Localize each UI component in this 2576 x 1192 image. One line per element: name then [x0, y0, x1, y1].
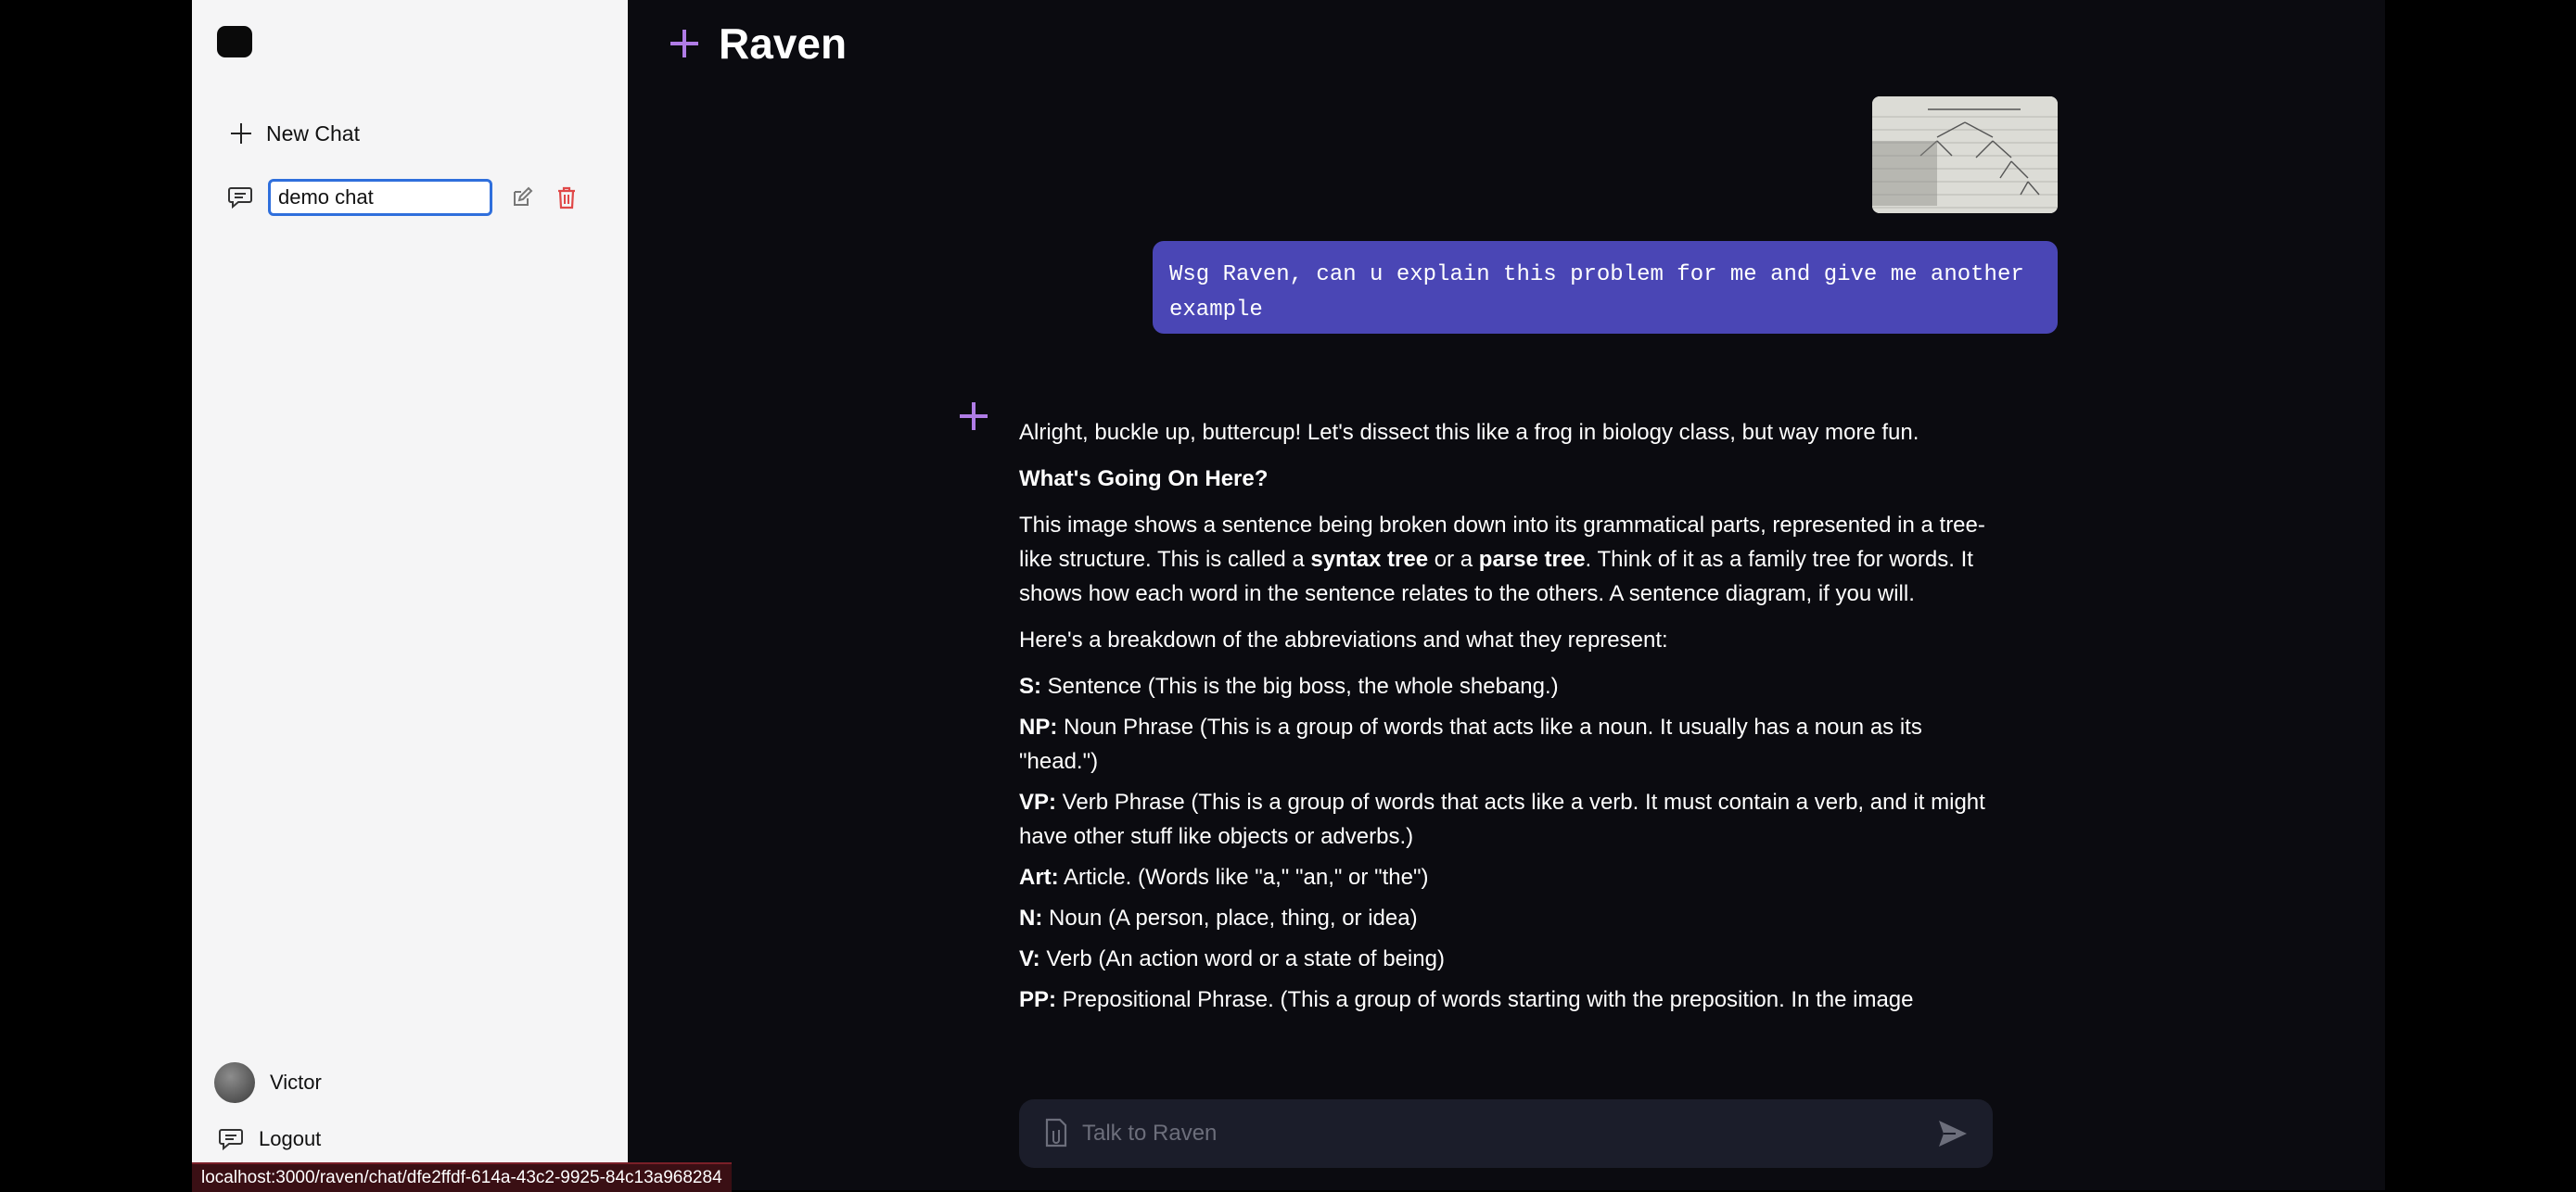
assistant-message: Alright, buckle up, buttercup! Let's dis… [1019, 415, 2002, 1023]
definition-item: V: Verb (An action word or a state of be… [1019, 946, 1445, 971]
logout-button[interactable]: Logout [218, 1127, 321, 1151]
definition-item: NP: Noun Phrase (This is a group of word… [1019, 715, 1922, 774]
user-message-text: Wsg Raven, can u explain this problem fo… [1169, 262, 2024, 323]
assistant-paragraph: This image shows a sentence being broken… [1019, 513, 1985, 606]
definition-item: PP: Prepositional Phrase. (This a group … [1019, 987, 1914, 1012]
app-window: New Chat Victor [192, 0, 2385, 1190]
assistant-paragraph: Here's a breakdown of the abbreviations … [1019, 628, 1668, 653]
status-url: localhost:3000/raven/chat/dfe2ffdf-614a-… [201, 1168, 722, 1187]
page-title: Raven [719, 19, 848, 68]
edit-icon[interactable] [511, 186, 533, 209]
message-input[interactable] [1080, 1105, 1937, 1162]
avatar [214, 1062, 255, 1103]
attached-image-thumbnail[interactable] [1872, 96, 2058, 213]
definition-item: VP: Verb Phrase (This is a group of word… [1019, 790, 1985, 849]
app-logo[interactable] [217, 26, 252, 57]
sidebar: New Chat Victor [192, 0, 628, 1190]
new-chat-button[interactable]: New Chat [231, 117, 360, 150]
logout-icon [219, 1129, 243, 1151]
definition-item: N: Noun (A person, place, thing, or idea… [1019, 906, 1418, 931]
trash-icon[interactable] [555, 185, 578, 209]
message-composer [1019, 1099, 1993, 1168]
browser-status-bar: localhost:3000/raven/chat/dfe2ffdf-614a-… [192, 1162, 732, 1192]
user-message-bubble: Wsg Raven, can u explain this problem fo… [1153, 241, 2058, 334]
assistant-heading: What's Going On Here? [1019, 466, 1269, 491]
user-profile[interactable]: Victor [214, 1062, 322, 1103]
plus-icon [231, 123, 251, 144]
attach-icon[interactable] [1043, 1118, 1069, 1149]
raven-plus-icon [670, 30, 698, 57]
definition-item: S: Sentence (This is the big boss, the w… [1019, 674, 1559, 699]
user-name: Victor [270, 1071, 322, 1094]
new-chat-label: New Chat [266, 120, 360, 146]
definition-item: Art: Article. (Words like "a," "an," or … [1019, 865, 1429, 890]
chat-bubble-icon [228, 187, 252, 209]
chat-rename-input[interactable] [268, 179, 492, 216]
logout-label: Logout [259, 1127, 322, 1150]
chat-list-item[interactable] [227, 179, 578, 216]
send-icon[interactable] [1937, 1119, 1969, 1148]
assistant-intro: Alright, buckle up, buttercup! Let's dis… [1019, 420, 1919, 445]
syntax-tree-image [1872, 96, 2058, 213]
chat-main: Raven Wsg Raven, can u explain this prob… [628, 0, 2385, 1190]
raven-avatar-icon [960, 402, 988, 430]
chat-header: Raven [670, 19, 847, 69]
